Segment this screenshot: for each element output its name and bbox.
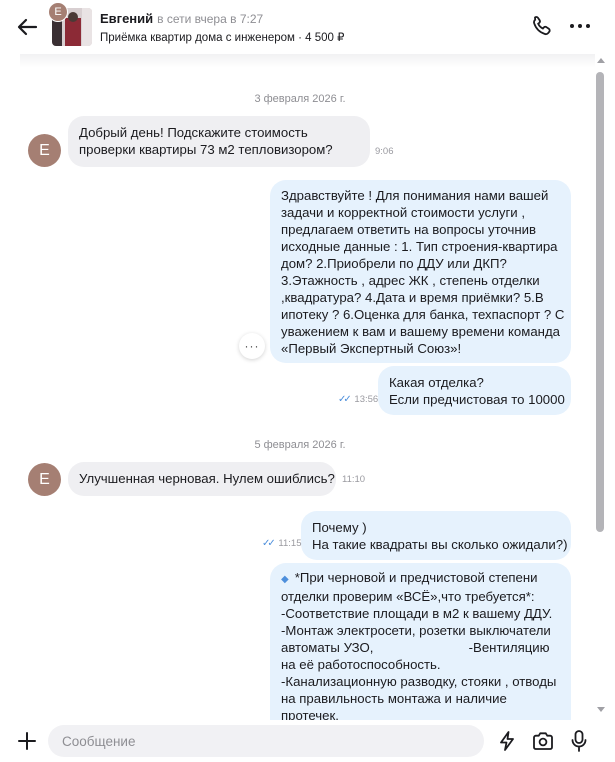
diamond-marker-icon: ◆ [281,574,289,585]
back-arrow-icon[interactable] [14,14,40,40]
lightning-icon[interactable] [496,730,518,752]
chat-header: Е Евгений в сети вчера в 7:27 Приёмка ква… [0,0,615,54]
message-line: -Монтаж электросети, розетки выключатели [281,623,551,638]
read-checkmarks-icon: ✓✓ [338,394,352,405]
message-line: ◆ *При черновой и предчистовой степени [281,569,560,588]
message-input[interactable] [48,725,484,757]
phone-icon[interactable] [530,14,554,38]
plus-icon[interactable] [16,730,38,752]
message-line: Если предчистовая то 10000 [389,392,565,407]
more-dots-icon[interactable] [566,14,594,38]
time-value: 11:15 [278,538,302,549]
time-value: 13:56 [354,394,379,405]
incoming-message[interactable]: Улучшенная черновая. Нулем ошиблись? [68,462,336,496]
message-line: Почему ) [312,520,367,535]
contact-avatar[interactable]: Е [28,463,61,496]
message-line: уважением к вам и вашему времени команда [281,324,560,339]
contact-avatar[interactable]: Е [28,134,61,167]
message-line: -Соответствие площади в м2 к вашему ДДУ. [281,606,553,621]
message-line: предлагаем ответить на вопросы уточнив [281,222,537,237]
message-time: ✓✓ 13:56 [338,394,378,405]
message-line: Добрый день! Подскажите стоимость [79,125,308,140]
contact-line[interactable]: Евгений в сети вчера в 7:27 [100,11,263,26]
message-line: -Канализационную разводку, стояки , отво… [281,674,557,689]
camera-icon[interactable] [531,730,555,752]
message-line: ,квадратура? 4.Дата и время приёмки? 5.В [281,290,544,305]
message-line: отделки проверим «ВСЁ»,что требуется*: [281,589,535,604]
message-line: дом? 2.Приобрели по ДДУ или ДКП? [281,256,507,271]
message-line: На такие квадраты вы сколько ожидали?) [312,537,568,552]
contact-name[interactable]: Евгений [100,11,153,26]
outgoing-message[interactable]: Здравствуйте ! Для понимания нами вашей … [270,180,571,363]
message-line: Здравствуйте ! Для понимания нами вашей [281,188,549,203]
date-separator: 5 февраля 2026 г. [254,439,346,451]
contact-status: в сети вчера в 7:27 [157,12,264,26]
chat-scrollbar[interactable] [596,72,604,532]
message-line: на правильность монтажа и наличие [281,691,507,706]
message-line: 3.Этажность , адрес ЖК , степень отделки [281,273,540,288]
message-line: Улучшенная черновая. Нулем ошиблись? [79,471,335,486]
outgoing-message[interactable]: ◆ *При черновой и предчистовой степени от… [270,563,571,723]
message-composer [0,720,615,762]
message-time: 11:10 [342,474,366,485]
microphone-icon[interactable] [568,729,590,753]
read-checkmarks-icon: ✓✓ [262,538,276,549]
message-line-text: *При черновой и предчистовой степени [294,570,538,585]
message-line: проверки квартиры 73 м2 тепловизором? [79,142,333,157]
contact-avatar-small: Е [48,2,68,22]
message-line: на её работоспособность. [281,657,441,672]
message-time: 9:06 [375,146,394,157]
date-separator: 3 февраля 2026 г. [254,93,346,105]
message-line: ипотеку ? 6.Оценка для банка, техпаспорт… [281,307,565,322]
message-line: Какая отделка? [389,375,484,390]
outgoing-message[interactable]: Какая отделка? Если предчистовая то 1000… [378,366,571,415]
message-line: исходные данные : 1. Тип строения-кварти… [281,239,558,254]
message-line: «Первый Экспертный Союз»! [281,341,462,356]
ad-title[interactable]: Приёмка квартир дома с инженером · 4 500… [100,30,344,44]
message-line: задачи и корректной стоимости услуги , [281,205,525,220]
message-line: автоматы УЗО, -Вентиляцию [281,640,550,655]
message-time: ✓✓ 11:15 [262,538,301,549]
message-menu-button[interactable]: ··· [239,333,265,359]
header-divider [20,54,595,68]
scroll-up-arrow-icon[interactable] [597,58,605,63]
scroll-down-arrow-icon[interactable] [597,707,605,712]
outgoing-message[interactable]: Почему ) На такие квадраты вы сколько ож… [301,511,571,560]
incoming-message[interactable]: Добрый день! Подскажите стоимость провер… [68,116,370,167]
